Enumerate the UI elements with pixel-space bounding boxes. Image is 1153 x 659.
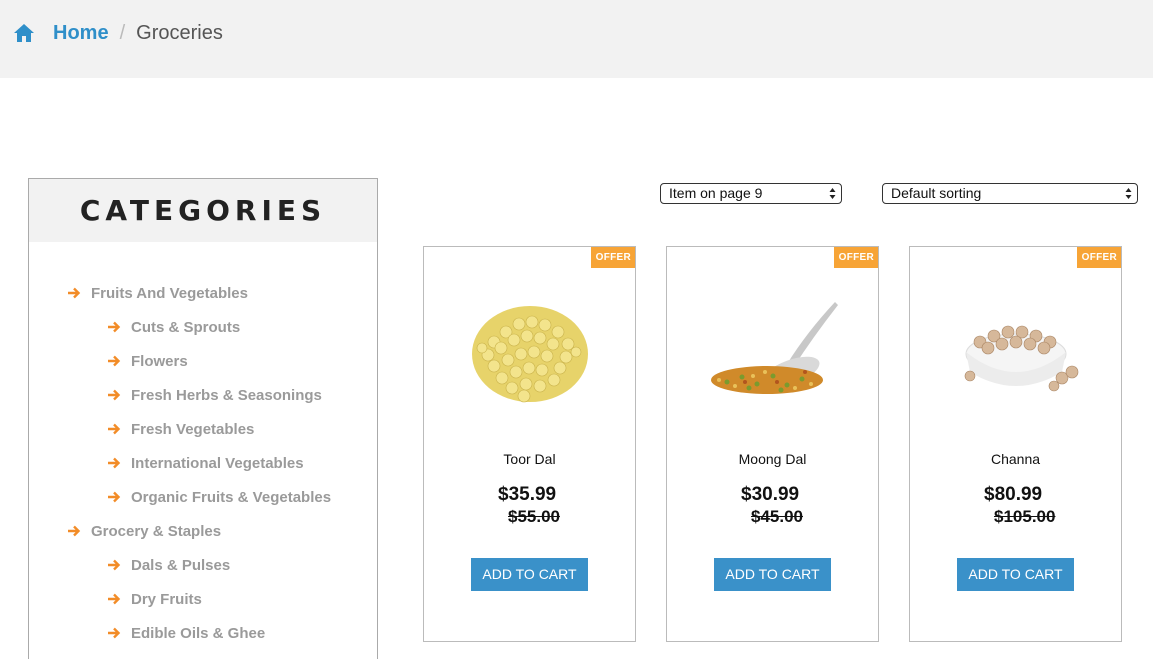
category-label: Flowers	[131, 352, 188, 370]
category-item-cuts-sprouts[interactable]: Cuts & Sprouts	[29, 310, 377, 344]
category-label: Fresh Vegetables	[131, 420, 255, 438]
add-to-cart-button[interactable]: ADD TO CART	[471, 558, 588, 591]
arrow-right-icon	[108, 321, 121, 333]
product-name[interactable]: Toor Dal	[424, 451, 635, 467]
categories-sidebar: CATEGORIES Fruits And Vegetables Cuts & …	[28, 178, 378, 659]
home-icon[interactable]	[13, 23, 35, 43]
category-label: Dry Fruits	[131, 590, 202, 608]
category-label: Fresh Herbs & Seasonings	[131, 386, 322, 404]
categories-header: CATEGORIES	[29, 179, 377, 242]
category-item-flowers[interactable]: Flowers	[29, 344, 377, 378]
category-label: Cuts & Sprouts	[131, 318, 241, 336]
breadcrumb-bar: Home / Groceries	[0, 0, 1153, 78]
product-image[interactable]	[707, 292, 840, 412]
product-old-price: $55.00	[508, 507, 560, 526]
category-item-fresh-herbs[interactable]: Fresh Herbs & Seasonings	[29, 378, 377, 412]
breadcrumb-home-link[interactable]: Home	[53, 22, 109, 45]
category-label: International Vegetables	[131, 454, 304, 472]
product-name[interactable]: Channa	[910, 451, 1121, 467]
arrow-right-icon	[108, 423, 121, 435]
category-item-organic-fruits[interactable]: Organic Fruits & Vegetables	[29, 480, 377, 514]
arrow-right-icon	[108, 457, 121, 469]
category-label: Grocery & Staples	[91, 522, 222, 540]
category-item-fresh-vegetables[interactable]: Fresh Vegetables	[29, 412, 377, 446]
items-per-page-select[interactable]: Item on page 9	[660, 183, 842, 204]
arrow-right-icon	[68, 287, 81, 299]
category-item-fruits-and-vegetables[interactable]: Fruits And Vegetables	[29, 276, 377, 310]
product-price: $30.99	[741, 484, 800, 505]
breadcrumb: Home / Groceries	[13, 20, 223, 46]
sorting-select[interactable]: Default sorting	[882, 183, 1138, 204]
category-label: Fruits And Vegetables	[91, 284, 248, 302]
product-image[interactable]	[464, 292, 597, 412]
category-label: Organic Fruits & Vegetables	[131, 488, 332, 506]
category-item-grocery-staples[interactable]: Grocery & Staples	[29, 514, 377, 548]
select-arrows-icon	[1125, 188, 1132, 199]
product-name[interactable]: Moong Dal	[667, 451, 878, 467]
category-item-edible-oils[interactable]: Edible Oils & Ghee	[29, 616, 377, 650]
arrow-right-icon	[108, 389, 121, 401]
category-item-dals-pulses[interactable]: Dals & Pulses	[29, 548, 377, 582]
category-list: Fruits And Vegetables Cuts & Sprouts Flo…	[29, 276, 377, 650]
arrow-right-icon	[108, 559, 121, 571]
arrow-right-icon	[68, 525, 81, 537]
add-to-cart-button[interactable]: ADD TO CART	[957, 558, 1074, 591]
select-arrows-icon	[829, 188, 836, 199]
product-price: $35.99	[498, 484, 557, 505]
product-old-price: $45.00	[751, 507, 803, 526]
items-per-page-value: Item on page 9	[669, 185, 763, 201]
product-card-toor-dal: OFFER Toor Dal $35.99 $55.00 ADD TO CART	[423, 246, 636, 642]
product-image[interactable]	[950, 292, 1083, 412]
offer-badge: OFFER	[833, 247, 878, 268]
product-old-price: $105.00	[994, 507, 1056, 526]
category-label: Edible Oils & Ghee	[131, 624, 266, 642]
product-card-moong-dal: OFFER Moong Dal $30.99 $45.00 ADD TO CAR…	[666, 246, 879, 642]
categories-title: CATEGORIES	[79, 194, 327, 227]
category-item-international-vegetables[interactable]: International Vegetables	[29, 446, 377, 480]
category-label: Dals & Pulses	[131, 556, 231, 574]
offer-badge: OFFER	[1076, 247, 1121, 268]
arrow-right-icon	[108, 627, 121, 639]
category-item-dry-fruits[interactable]: Dry Fruits	[29, 582, 377, 616]
arrow-right-icon	[108, 593, 121, 605]
add-to-cart-button[interactable]: ADD TO CART	[714, 558, 831, 591]
sorting-value: Default sorting	[891, 185, 982, 201]
breadcrumb-separator: /	[119, 21, 126, 44]
product-card-channa: OFFER Channa $80.99 $105.00 ADD TO CART	[909, 246, 1122, 642]
arrow-right-icon	[108, 491, 121, 503]
offer-badge: OFFER	[590, 247, 635, 268]
breadcrumb-current: Groceries	[136, 21, 223, 44]
product-price: $80.99	[984, 484, 1043, 505]
arrow-right-icon	[108, 355, 121, 367]
